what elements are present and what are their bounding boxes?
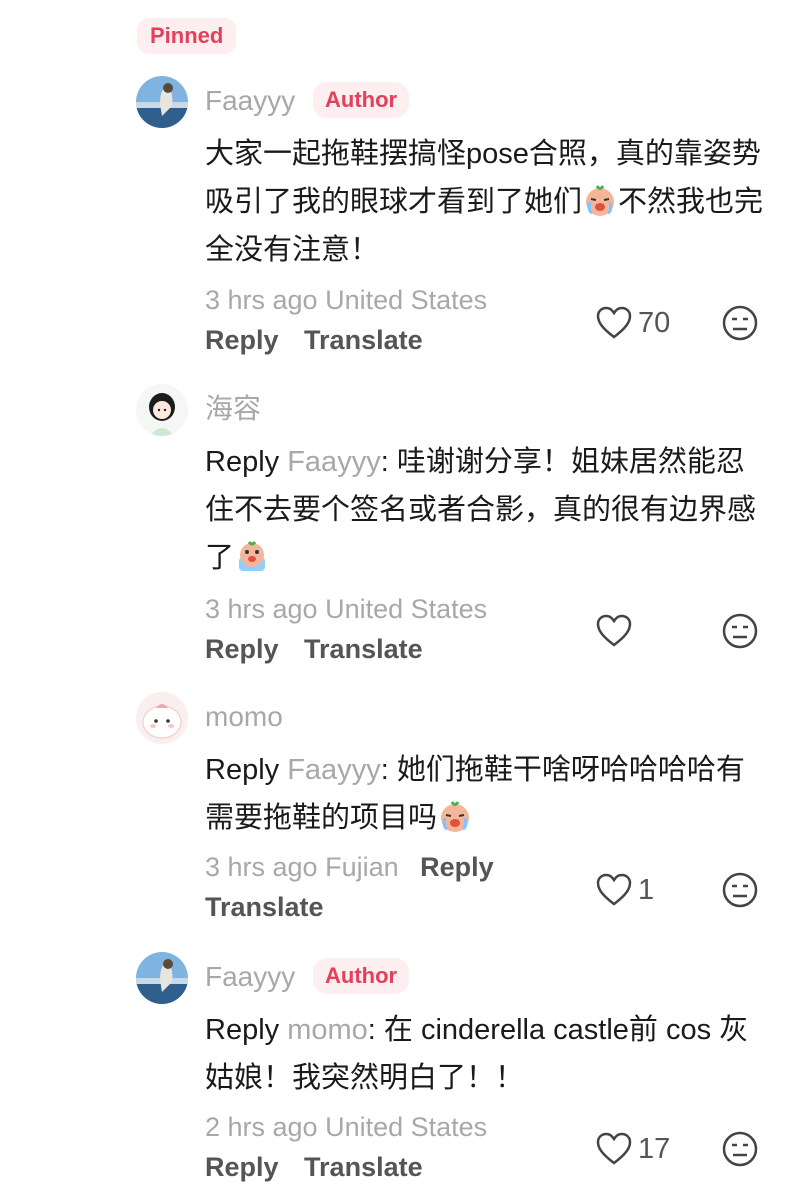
- like-count: 17: [638, 1132, 671, 1165]
- comment-meta: 2 hrs ago United States: [205, 1112, 488, 1142]
- heart-icon: [596, 306, 632, 339]
- reply-prefix: Reply: [205, 446, 280, 478]
- author-name[interactable]: Faayyy: [205, 960, 295, 994]
- like-button[interactable]: 1: [596, 870, 654, 910]
- author-name[interactable]: Faayyy: [205, 84, 295, 118]
- translate-button[interactable]: Translate: [205, 892, 324, 922]
- reply-button[interactable]: Reply: [205, 325, 279, 355]
- crying-face-icon: [239, 541, 266, 571]
- translate-button[interactable]: Translate: [304, 1152, 423, 1182]
- translate-button[interactable]: Translate: [304, 325, 423, 355]
- heart-icon: [596, 873, 632, 906]
- reply-prefix: Reply: [205, 1014, 280, 1046]
- comment-text: Reply momo: 在 cinderella castle前 cos 灰姑娘…: [205, 1006, 765, 1102]
- comment-meta: 3 hrs ago United States: [205, 285, 488, 315]
- heart-icon: [596, 1132, 632, 1165]
- like-button[interactable]: 70: [596, 303, 670, 343]
- heart-icon: [596, 614, 632, 647]
- like-count: 1: [638, 873, 655, 906]
- crying-face-icon: [586, 185, 615, 216]
- avatar[interactable]: [136, 692, 188, 744]
- reply-prefix: Reply: [205, 754, 280, 786]
- comment-text: Reply Faayyy: 她们拖鞋干啥呀哈哈哈哈有需要拖鞋的项目吗: [205, 746, 765, 842]
- reply-button[interactable]: Reply: [205, 634, 279, 664]
- like-count: 70: [638, 306, 671, 339]
- crying-face-icon: [441, 801, 470, 832]
- dislike-face-icon[interactable]: [721, 612, 759, 650]
- reply-target[interactable]: Faayyy: [287, 754, 380, 786]
- reply-target[interactable]: momo: [287, 1014, 368, 1046]
- comment-meta: 3 hrs ago Fujian Reply: [205, 850, 494, 884]
- pinned-badge: Pinned: [137, 18, 237, 54]
- avatar[interactable]: [136, 384, 188, 436]
- comment-text: 大家一起拖鞋摆搞怪pose合照，真的靠姿势吸引了我的眼球才看到了她们 不然我也完全…: [205, 130, 765, 274]
- translate-button[interactable]: Translate: [304, 634, 423, 664]
- author-badge: Author: [313, 82, 410, 118]
- comment-text-main: : 她们拖鞋干啥呀哈哈哈哈有需要拖鞋的项目吗: [205, 754, 745, 834]
- avatar[interactable]: [136, 76, 188, 128]
- reply-button[interactable]: Reply: [205, 1152, 279, 1182]
- dislike-face-icon[interactable]: [721, 1130, 759, 1168]
- avatar[interactable]: [136, 952, 188, 1004]
- author-badge: Author: [313, 958, 410, 994]
- reply-target[interactable]: Faayyy: [287, 446, 380, 478]
- comment-text: Reply Faayyy: 哇谢谢分享！姐妹居然能忍住不去要个签名或者合影，真的…: [205, 438, 765, 582]
- like-button[interactable]: [596, 611, 638, 651]
- dislike-face-icon[interactable]: [721, 871, 759, 909]
- like-button[interactable]: 17: [596, 1129, 670, 1169]
- author-name[interactable]: 海容: [205, 392, 261, 426]
- comment-meta: 3 hrs ago United States: [205, 594, 488, 624]
- reply-button[interactable]: Reply: [420, 852, 494, 882]
- dislike-face-icon[interactable]: [721, 304, 759, 342]
- author-name[interactable]: momo: [205, 700, 283, 734]
- comment-meta-text: 3 hrs ago Fujian: [205, 852, 399, 882]
